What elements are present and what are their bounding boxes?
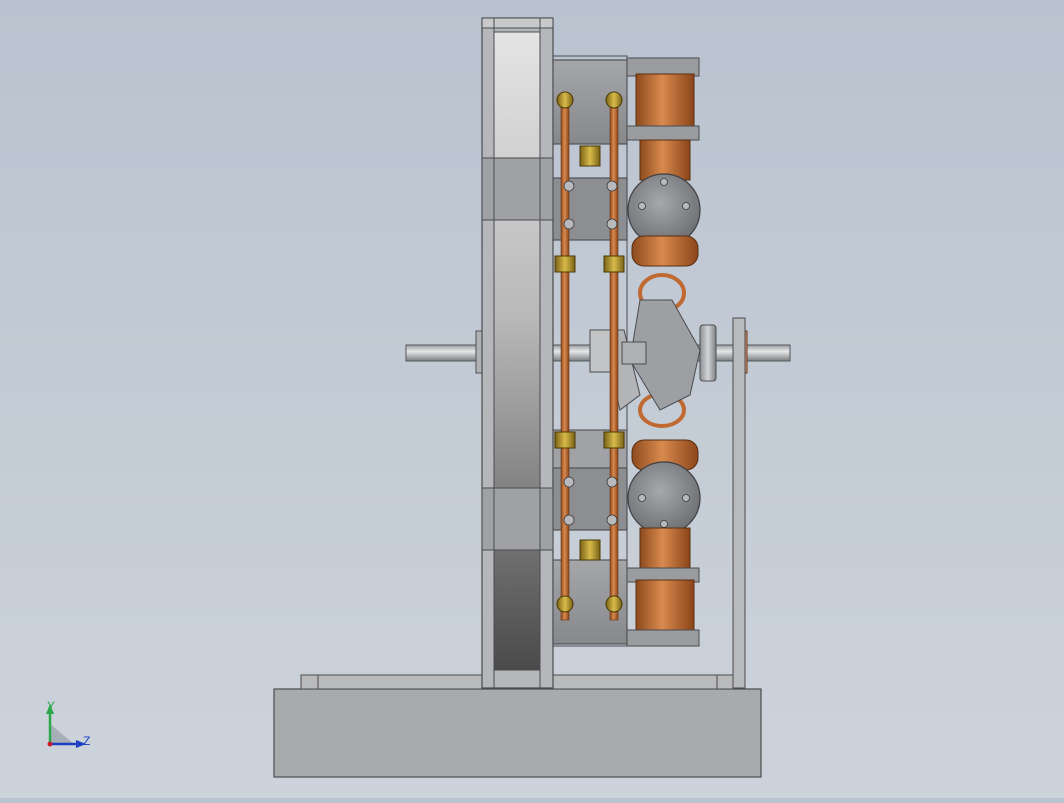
z-axis-label: Z (83, 734, 90, 748)
triad-origin (47, 741, 53, 747)
cad-viewport[interactable]: Y Z (0, 0, 1064, 798)
engine-model (273, 17, 791, 778)
triad-plane (50, 724, 74, 744)
base-block (273, 674, 762, 778)
y-axis-label: Y (47, 700, 55, 713)
coordinate-triad: Y Z (46, 700, 90, 748)
connecting-rods (589, 299, 701, 411)
flywheel (481, 17, 554, 689)
